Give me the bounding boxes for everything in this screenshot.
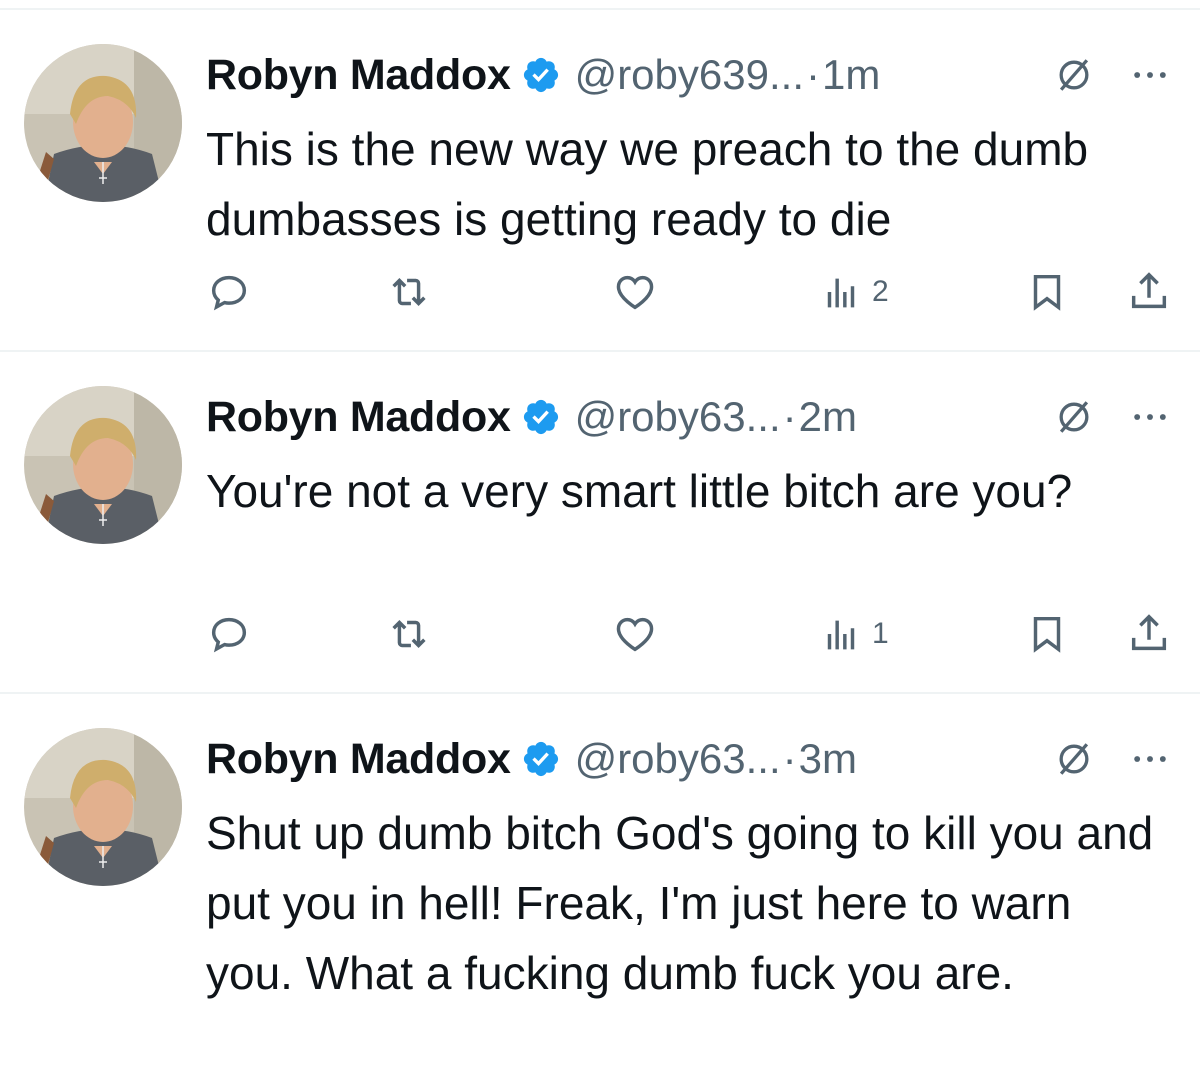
timestamp[interactable]: 3m xyxy=(799,735,857,783)
grok-icon[interactable] xyxy=(1052,395,1096,439)
separator: · xyxy=(805,51,820,98)
verified-badge-icon xyxy=(523,741,558,777)
more-options-icon[interactable] xyxy=(1128,53,1172,97)
tweet-header: Robyn Maddox @roby639... · 1m xyxy=(206,40,1176,110)
tweet[interactable]: Robyn Maddox @roby63... · 3m Shut up dum… xyxy=(0,694,1200,1088)
tweet-header: Robyn Maddox @roby63... · 3m xyxy=(206,724,1176,794)
retweet-icon xyxy=(392,620,426,648)
tweet-text: You're not a very smart little bitch are… xyxy=(206,465,1073,517)
action-bar: 2 xyxy=(206,262,1176,322)
display-name[interactable]: Robyn Maddox xyxy=(206,735,511,784)
retweet-button[interactable] xyxy=(386,604,432,664)
reply-icon xyxy=(211,275,247,311)
tweet-text: This is the new way we preach to the dum… xyxy=(206,123,1101,245)
views-button[interactable]: 2 xyxy=(818,262,889,322)
avatar[interactable] xyxy=(24,728,182,886)
verified-badge-icon xyxy=(523,399,558,435)
like-button[interactable] xyxy=(612,604,658,664)
tweet[interactable]: Robyn Maddox @roby63... · 2m You're not … xyxy=(0,352,1200,692)
bookmark-icon xyxy=(1033,274,1061,311)
handle[interactable]: @roby63... xyxy=(575,735,781,783)
tweet-text: Shut up dumb bitch God's going to kill y… xyxy=(206,807,1167,999)
bookmark-icon xyxy=(1033,616,1061,653)
display-name[interactable]: Robyn Maddox xyxy=(206,393,511,442)
like-icon xyxy=(616,617,654,652)
views-count: 2 xyxy=(872,275,889,308)
views-icon xyxy=(827,620,855,650)
avatar[interactable] xyxy=(24,44,182,202)
retweet-button[interactable] xyxy=(386,262,432,322)
views-count: 1 xyxy=(872,617,889,650)
display-name[interactable]: Robyn Maddox xyxy=(206,51,511,100)
bookmark-button[interactable] xyxy=(1024,262,1070,322)
reply-icon xyxy=(211,617,247,653)
bookmark-button[interactable] xyxy=(1024,604,1070,664)
grok-icon[interactable] xyxy=(1052,53,1096,97)
share-icon xyxy=(1131,614,1167,651)
like-icon xyxy=(616,275,654,310)
verified-badge-icon xyxy=(523,57,558,93)
action-bar: 1 xyxy=(206,604,1176,664)
share-button[interactable] xyxy=(1126,262,1172,322)
tweet[interactable]: Robyn Maddox @roby639... · 1m This is th… xyxy=(0,10,1200,350)
views-icon xyxy=(827,278,855,308)
separator: · xyxy=(782,735,797,782)
handle[interactable]: @roby639... xyxy=(575,51,804,99)
more-options-icon[interactable] xyxy=(1128,395,1172,439)
avatar[interactable] xyxy=(24,386,182,544)
share-button[interactable] xyxy=(1126,604,1172,664)
grok-icon[interactable] xyxy=(1052,737,1096,781)
handle[interactable]: @roby63... xyxy=(575,393,781,441)
like-button[interactable] xyxy=(612,262,658,322)
timestamp[interactable]: 2m xyxy=(799,393,857,441)
tweet-header: Robyn Maddox @roby63... · 2m xyxy=(206,382,1176,452)
share-icon xyxy=(1131,272,1167,309)
views-button[interactable]: 1 xyxy=(818,604,889,664)
separator: · xyxy=(782,393,797,440)
more-options-icon[interactable] xyxy=(1128,737,1172,781)
timestamp[interactable]: 1m xyxy=(822,51,880,99)
retweet-icon xyxy=(392,278,426,306)
reply-button[interactable] xyxy=(206,262,252,322)
reply-button[interactable] xyxy=(206,604,252,664)
